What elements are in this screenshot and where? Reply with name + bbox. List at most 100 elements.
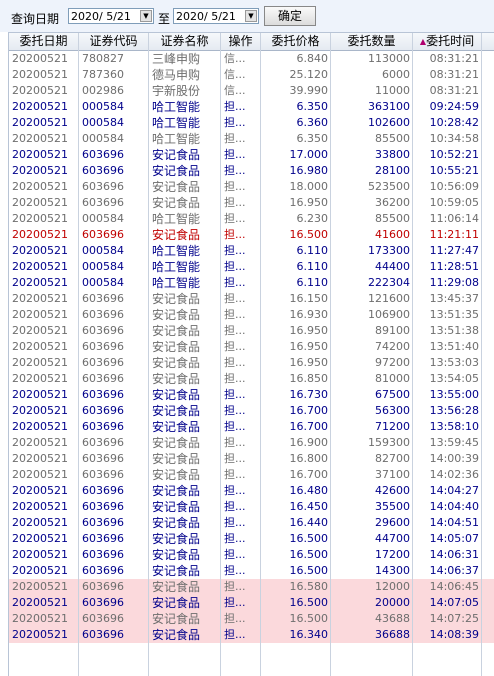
table-row[interactable]: 20200521 603696 安记食品 担... 16.500 20000 14:07:0… xyxy=(9,595,494,611)
table-row[interactable]: 20200521 603696 安记食品 担... 16.900 159300 13:59:… xyxy=(9,435,494,451)
header-security-name[interactable]: 证券名称 xyxy=(149,33,221,50)
table-row[interactable]: 20200521 603696 安记食品 担... 16.950 36200 10:59:0… xyxy=(9,195,494,211)
cell-name: 安记食品 xyxy=(152,548,201,562)
cell-time: 13:45:37 xyxy=(429,292,479,305)
cell-time: 13:51:40 xyxy=(429,340,479,353)
cell-date: 20200521 xyxy=(12,228,68,241)
table-row[interactable]: 20200521 603696 安记食品 担... 16.450 35500 14:04:4… xyxy=(9,499,494,515)
table-row[interactable]: 20200521 000584 哈工智能 担... 6.110 44400 11:28:51 xyxy=(9,259,494,275)
table-row[interactable]: 20200521 603696 安记食品 担... 16.500 17200 14:06:3… xyxy=(9,547,494,563)
table-row[interactable]: 20200521 787360 德马申购 信... 25.120 6000 08:31:21 xyxy=(9,67,494,83)
table-row[interactable]: 20200521 603696 安记食品 担... 16.950 74200 13:51:4… xyxy=(9,339,494,355)
table-row[interactable]: 20200521 603696 安记食品 担... 16.500 43688 14:07:2… xyxy=(9,611,494,627)
cell-date: 20200521 xyxy=(12,68,68,81)
cell-name: 安记食品 xyxy=(152,532,201,546)
table-row[interactable]: 20200521 603696 安记食品 担... 16.700 56300 13:56:2… xyxy=(9,403,494,419)
cell-price: 16.500 xyxy=(289,564,329,577)
chevron-down-icon[interactable]: ▼ xyxy=(140,10,152,22)
cell-name: 安记食品 xyxy=(152,372,201,386)
chevron-down-icon[interactable]: ▼ xyxy=(245,10,257,22)
header-entrust-price[interactable]: 委托价格 xyxy=(261,33,331,50)
table-row[interactable]: 20200521 603696 安记食品 担... 16.480 42600 14:04:2… xyxy=(9,483,494,499)
cell-time: 10:52:21 xyxy=(429,148,479,161)
cell-time: 14:07:25 xyxy=(429,612,479,625)
table-row[interactable]: 20200521 603696 安记食品 担... 16.850 81000 13:54:0… xyxy=(9,371,494,387)
table-row[interactable]: 20200521 000584 哈工智能 担... 6.230 85500 11:06:14 xyxy=(9,211,494,227)
table-row[interactable]: 20200521 603696 安记食品 担... 16.580 12000 14:06:4… xyxy=(9,579,494,595)
date-from-picker[interactable]: 2020/ 5/21 ▼ xyxy=(68,8,154,24)
cell-op: 担... xyxy=(224,132,246,145)
header-entrust-time[interactable]: ▲委托时间 xyxy=(413,33,482,50)
cell-date: 20200521 xyxy=(12,340,68,353)
cell-price: 16.730 xyxy=(289,388,329,401)
table-row[interactable]: 20200521 603696 安记食品 担... 16.730 67500 13:55:0… xyxy=(9,387,494,403)
cell-op: 担... xyxy=(224,372,246,385)
query-date-label: 查询日期 xyxy=(11,12,60,26)
cell-date: 20200521 xyxy=(12,548,68,561)
cell-time: 11:21:11 xyxy=(429,228,479,241)
cell-name: 哈工智能 xyxy=(152,276,201,290)
cell-qty: 36200 xyxy=(375,196,410,209)
cell-time: 14:04:40 xyxy=(429,500,479,513)
table-row[interactable]: 20200521 603696 安记食品 担... 16.800 82700 14:00:3… xyxy=(9,451,494,467)
cell-code: 603696 xyxy=(82,484,124,497)
confirm-button[interactable]: 确定 xyxy=(264,6,316,26)
table-row[interactable]: 20200521 603696 安记食品 担... 16.700 37100 14:02:3… xyxy=(9,467,494,483)
cell-qty: 74200 xyxy=(375,340,410,353)
cell-time: 13:53:03 xyxy=(429,356,479,369)
table-row[interactable]: 20200521 603696 安记食品 担... 16.150 121600 13:45:… xyxy=(9,291,494,307)
cell-price: 16.950 xyxy=(289,340,329,353)
cell-time: 13:59:45 xyxy=(429,436,479,449)
table-row[interactable]: 20200521 603696 安记食品 担... 16.930 106900 13:51:… xyxy=(9,307,494,323)
table-row[interactable]: 20200521 603696 安记食品 担... 16.950 89100 13:51:3… xyxy=(9,323,494,339)
cell-name: 安记食品 xyxy=(152,180,201,194)
cell-time: 14:05:07 xyxy=(429,532,479,545)
cell-price: 6.110 xyxy=(296,260,329,273)
table-row[interactable]: 20200521 000584 哈工智能 担... 6.350 363100 09:24:5… xyxy=(9,99,494,115)
table-row[interactable]: 20200521 000584 哈工智能 担... 6.360 102600 10:28:4… xyxy=(9,115,494,131)
table-row[interactable]: 20200521 603696 安记食品 担... 16.500 41600 11:21:1… xyxy=(9,227,494,243)
table-row[interactable]: 20200521 603696 安记食品 担... 16.700 71200 13:58:1… xyxy=(9,419,494,435)
cell-time: 14:06:31 xyxy=(429,548,479,561)
cell-name: 安记食品 xyxy=(152,484,201,498)
cell-code: 000584 xyxy=(82,100,124,113)
table-row[interactable]: 20200521 000584 哈工智能 担... 6.110 173300 11:27:4… xyxy=(9,243,494,259)
cell-code: 603696 xyxy=(82,180,124,193)
cell-op: 担... xyxy=(224,420,246,433)
table-row[interactable]: 20200521 603696 安记食品 担... 16.950 97200 13:53:0… xyxy=(9,355,494,371)
table-row[interactable]: 20200521 603696 安记食品 担... 16.340 36688 14:08:3… xyxy=(9,627,494,643)
cell-date: 20200521 xyxy=(12,180,68,193)
table-row[interactable]: 20200521 002986 宇新股份 信... 39.990 11000 08:31:2… xyxy=(9,83,494,99)
cell-date: 20200521 xyxy=(12,564,68,577)
cell-name: 安记食品 xyxy=(152,164,201,178)
cell-price: 16.980 xyxy=(289,164,329,177)
header-security-code[interactable]: 证券代码 xyxy=(79,33,149,50)
cell-qty: 44700 xyxy=(375,532,410,545)
table-row[interactable]: 20200521 603696 安记食品 担... 17.000 33800 10:52:2… xyxy=(9,147,494,163)
header-entrust-qty[interactable]: 委托数量 xyxy=(331,33,413,50)
table-row[interactable]: 20200521 603696 安记食品 担... 16.500 44700 14:05:0… xyxy=(9,531,494,547)
table-row[interactable]: 20200521 603696 安记食品 担... 18.000 523500 10:56:… xyxy=(9,179,494,195)
table-row[interactable]: 20200521 603696 安记食品 担... 16.440 29600 14:04:5… xyxy=(9,515,494,531)
date-to-picker[interactable]: 2020/ 5/21 ▼ xyxy=(173,8,259,24)
cell-qty: 14300 xyxy=(375,564,410,577)
table-row[interactable]: 20200521 603696 安记食品 担... 16.980 28100 10:55:2… xyxy=(9,163,494,179)
header-operation[interactable]: 操作 xyxy=(221,33,261,50)
table-row[interactable]: 20200521 000584 哈工智能 担... 6.350 85500 10:34:58 xyxy=(9,131,494,147)
query-toolbar: 查询日期 2020/ 5/21 ▼ 至 2020/ 5/21 ▼ 确定 xyxy=(0,0,494,32)
cell-qty: 44400 xyxy=(375,260,410,273)
date-range-to-label: 至 xyxy=(158,12,171,26)
cell-op: 信... xyxy=(224,68,246,81)
cell-qty: 6000 xyxy=(382,68,410,81)
column-divider xyxy=(330,33,331,676)
cell-price: 16.930 xyxy=(289,308,329,321)
cell-op: 担... xyxy=(224,292,246,305)
cell-name: 安记食品 xyxy=(152,404,201,418)
cell-time: 14:06:37 xyxy=(429,564,479,577)
table-row[interactable]: 20200521 000584 哈工智能 担... 6.110 222304 11:29:0… xyxy=(9,275,494,291)
table-row[interactable]: 20200521 603696 安记食品 担... 16.500 14300 14:06:3… xyxy=(9,563,494,579)
cell-qty: 89100 xyxy=(375,324,410,337)
table-row[interactable]: 20200521 780827 三峰申购 信... 6.840 113000 08:31:2… xyxy=(9,51,494,67)
header-entrust-date[interactable]: 委托日期 xyxy=(9,33,79,50)
cell-qty: 35500 xyxy=(375,500,410,513)
